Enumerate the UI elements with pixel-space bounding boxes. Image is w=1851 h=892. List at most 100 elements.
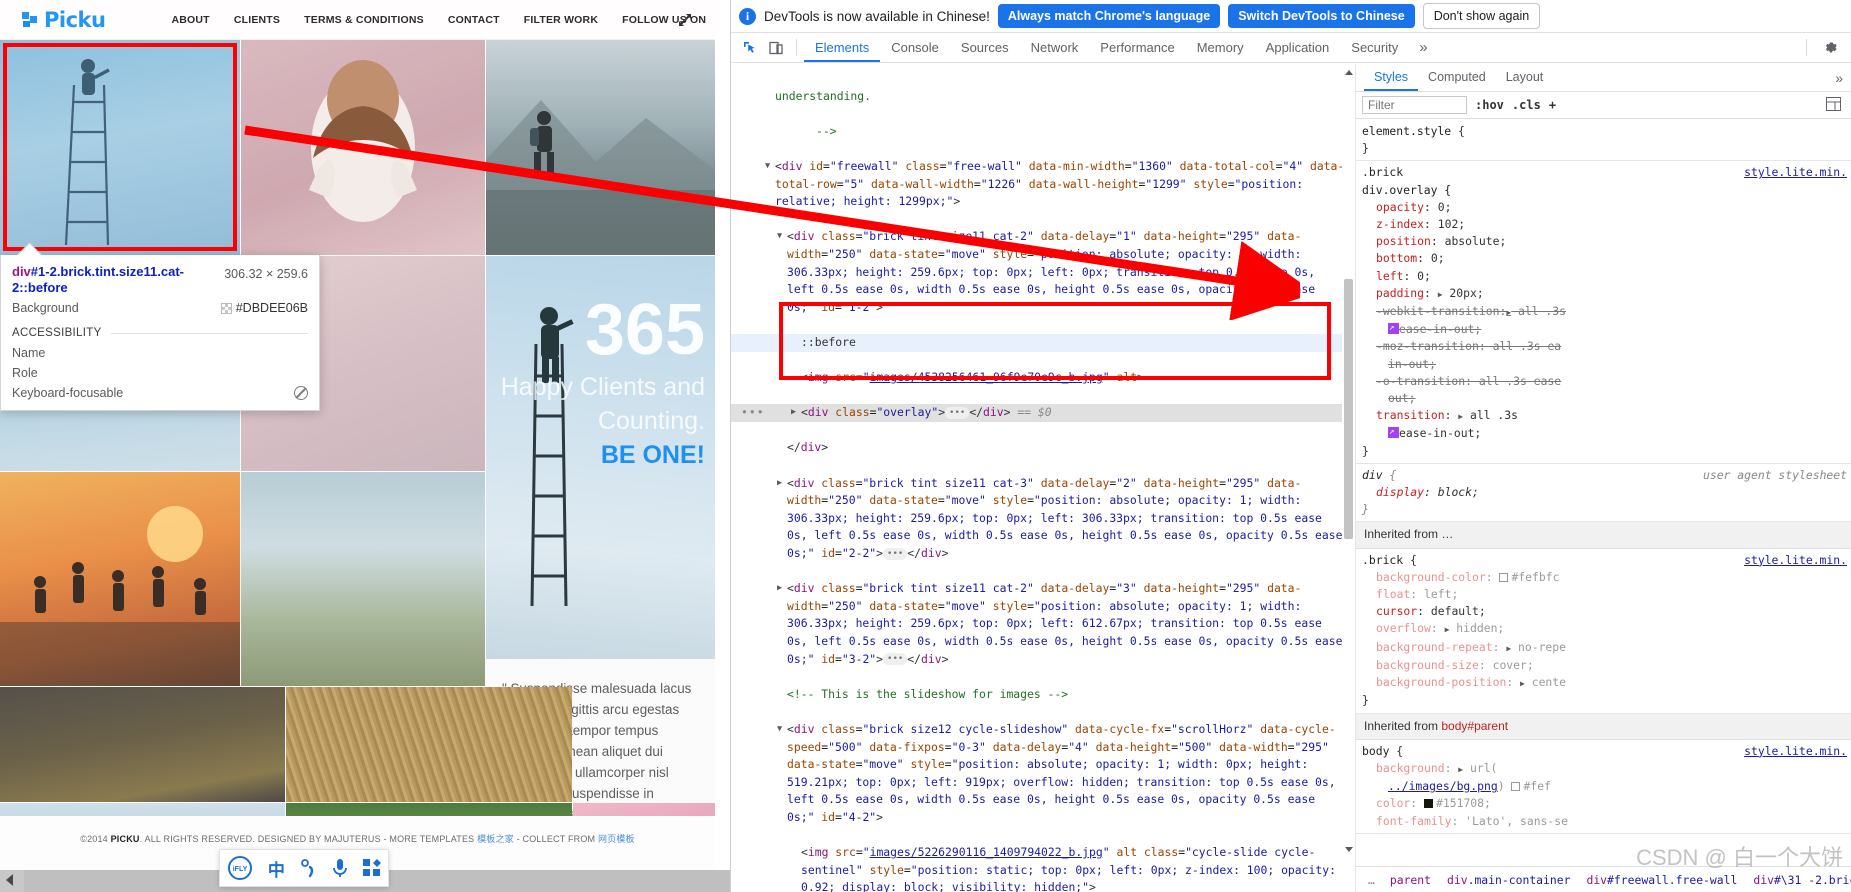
dom-line-before[interactable]: ::before xyxy=(731,333,1355,352)
dom-line-close-div[interactable]: </div> xyxy=(731,439,1355,457)
tab-layout[interactable]: Layout xyxy=(1496,64,1554,91)
punctuation-icon[interactable] xyxy=(299,858,317,878)
tab-elements[interactable]: Elements xyxy=(804,33,880,62)
mosaic-tile[interactable] xyxy=(0,472,240,686)
css-source-link[interactable]: style.lite.min. xyxy=(1744,552,1851,569)
nav-item-about[interactable]: ABOUT xyxy=(171,14,209,26)
color-swatch-icon[interactable] xyxy=(1499,572,1509,582)
color-swatch-icon[interactable] xyxy=(1511,782,1521,792)
dont-show-again-button[interactable]: Don't show again xyxy=(1422,3,1541,29)
tab-sources[interactable]: Sources xyxy=(950,33,1020,62)
breadcrumb-overflow-icon[interactable]: … xyxy=(1362,873,1381,887)
nav-item-follow-us[interactable]: FOLLOW US ON xyxy=(622,14,706,26)
chinese-mode-icon[interactable]: 中 xyxy=(268,856,285,881)
inspect-element-icon[interactable] xyxy=(737,36,763,60)
nav-item-filter-work[interactable]: FILTER WORK xyxy=(524,14,598,26)
expand-triangle-icon[interactable]: ▶ xyxy=(777,475,782,493)
mosaic-tile[interactable] xyxy=(0,687,285,802)
expand-arrows-icon[interactable] xyxy=(677,12,693,28)
breadcrumb-brick[interactable]: div#\31 -2.brick.tint.size11.cat-2 xyxy=(1746,871,1851,889)
apps-grid-icon[interactable] xyxy=(362,859,381,877)
dom-line[interactable]: understanding. xyxy=(731,88,1355,106)
css-source-link[interactable]: style.lite.min. xyxy=(1744,743,1851,760)
dom-line-brick-2-2[interactable]: ▶ <div class="brick tint size11 cat-3" da… xyxy=(731,475,1355,563)
css-rule-element-style[interactable]: element.style {} xyxy=(1356,120,1851,162)
footer-link-templates[interactable]: 模板之家 xyxy=(477,834,514,844)
nav-item-terms[interactable]: TERMS & CONDITIONS xyxy=(304,14,424,26)
tab-memory[interactable]: Memory xyxy=(1186,33,1255,62)
ime-toolbar[interactable]: iFLY 中 xyxy=(219,849,389,887)
collapsed-children-icon[interactable]: ••• xyxy=(883,653,908,666)
tab-computed[interactable]: Computed xyxy=(1418,64,1496,91)
more-tabs-icon[interactable]: » xyxy=(1409,39,1437,56)
css-rule-overlay[interactable]: .brick style.lite.min. div.overlay { opac… xyxy=(1356,161,1851,464)
tab-styles[interactable]: Styles xyxy=(1364,64,1418,91)
color-swatch-icon[interactable] xyxy=(1424,799,1434,809)
tab-network[interactable]: Network xyxy=(1020,33,1090,62)
settings-gear-icon[interactable] xyxy=(1817,36,1843,60)
toggle-device-toolbar-icon[interactable] xyxy=(763,36,789,60)
styles-more-icon[interactable]: » xyxy=(1835,70,1851,86)
scrollbar-thumb[interactable] xyxy=(1344,279,1353,539)
css-rule-body[interactable]: body {style.lite.min. background: ▶ url(… xyxy=(1356,740,1851,834)
css-source-link[interactable]: style.lite.min. xyxy=(1744,164,1851,181)
dom-tree-pane[interactable]: understanding. --> ▼ <div id="freewall" c… xyxy=(731,64,1356,892)
dom-line-img-sentinel[interactable]: <img src="images/5226290116_1409794022_b… xyxy=(731,844,1355,892)
microphone-icon[interactable] xyxy=(332,858,348,878)
nav-item-contact[interactable]: CONTACT xyxy=(448,14,500,26)
dom-line-overlay-selected[interactable]: ••• ▶ <div class="overlay"> ••• </div> == $0 xyxy=(731,404,1355,422)
tab-security[interactable]: Security xyxy=(1340,33,1409,62)
inherited-from-body-bar: Inherited from body#parent xyxy=(1356,713,1851,740)
dom-line-brick-4-2[interactable]: ▼ <div class="brick size12 cycle-slidesho… xyxy=(731,721,1355,827)
ifly-logo-icon[interactable]: iFLY xyxy=(227,855,253,881)
inherited-source[interactable]: body#parent xyxy=(1441,719,1508,733)
tab-application[interactable]: Application xyxy=(1255,33,1341,62)
expand-triangle-icon[interactable]: ▼ xyxy=(765,158,770,176)
mosaic-tile[interactable] xyxy=(241,40,485,255)
dom-line-freewall[interactable]: ▼ <div id="freewall" class="free-wall" da… xyxy=(731,158,1355,211)
footer-copyright: ©2014 PICKU. ALL RIGHTS RESERVED. DESIGN… xyxy=(0,832,715,845)
mosaic-tile[interactable] xyxy=(286,687,572,802)
switch-to-chinese-button[interactable]: Switch DevTools to Chinese xyxy=(1228,4,1415,28)
scroll-up-icon[interactable] xyxy=(1345,70,1353,75)
mosaic-tile[interactable] xyxy=(486,40,715,255)
tab-performance[interactable]: Performance xyxy=(1089,33,1185,62)
expand-triangle-icon[interactable]: ▼ xyxy=(777,721,782,739)
collapsed-children-icon[interactable]: ••• xyxy=(883,547,908,560)
always-match-language-button[interactable]: Always match Chrome's language xyxy=(997,4,1221,28)
breadcrumb-main-container[interactable]: div.main-container xyxy=(1440,871,1577,889)
class-toggle-button[interactable]: .cls xyxy=(1512,98,1541,112)
styles-filter-input[interactable] xyxy=(1362,96,1467,114)
expand-triangle-icon[interactable]: ▶ xyxy=(791,404,796,422)
computed-sidebar-toggle-icon[interactable] xyxy=(1826,96,1845,114)
hover-state-button[interactable]: :hov xyxy=(1475,98,1504,112)
site-logo[interactable]: Picku xyxy=(22,8,106,32)
dom-line-brick-3-2[interactable]: ▶ <div class="brick tint size11 cat-2" da… xyxy=(731,580,1355,668)
scroll-down-icon[interactable] xyxy=(1345,847,1353,852)
hero-slideshow-tile[interactable]: 365 Happy Clients and Counting. BE ONE! xyxy=(486,256,715,659)
breadcrumb-freewall[interactable]: div#freewall.free-wall xyxy=(1579,871,1744,889)
css-rule-brick[interactable]: .brick {style.lite.min. background-color… xyxy=(1356,549,1851,714)
dom-line-img[interactable]: <img src="images/4538256461_96f9e70e9c_b… xyxy=(731,369,1355,387)
hero-cta[interactable]: BE ONE! xyxy=(486,437,705,473)
collapsed-children-icon[interactable]: ••• xyxy=(945,406,970,419)
footer-link-collect[interactable]: 网页模板 xyxy=(598,834,635,844)
nav-item-clients[interactable]: CLIENTS xyxy=(234,14,280,26)
dom-line[interactable]: --> xyxy=(731,123,1355,141)
dom-line-brick-1-2[interactable]: ▼ <div class="brick tint size11 cat-2" da… xyxy=(731,228,1355,316)
easing-curve-icon[interactable] xyxy=(1388,320,1399,337)
expand-triangle-icon[interactable]: ▶ xyxy=(777,580,782,598)
dom-scrollbar[interactable] xyxy=(1342,64,1355,892)
row-actions-dots[interactable]: ••• xyxy=(741,404,765,422)
breadcrumb-parent[interactable]: parent xyxy=(1383,871,1438,889)
mosaic-tile[interactable] xyxy=(241,472,485,686)
expand-triangle-icon[interactable]: ▼ xyxy=(777,228,782,246)
bg-image-link[interactable]: ../images/bg.png xyxy=(1388,779,1498,793)
mosaic-tile[interactable] xyxy=(0,40,240,255)
taskbar-left-arrow-icon[interactable] xyxy=(6,874,13,886)
new-style-rule-button[interactable]: + xyxy=(1549,98,1556,112)
css-rule-div-ua[interactable]: div { user agent stylesheet display: blo… xyxy=(1356,464,1851,523)
easing-curve-icon[interactable] xyxy=(1388,424,1399,442)
dom-line-comment-slideshow[interactable]: <!-- This is the slideshow for images --… xyxy=(731,686,1355,704)
tab-console[interactable]: Console xyxy=(880,33,950,62)
